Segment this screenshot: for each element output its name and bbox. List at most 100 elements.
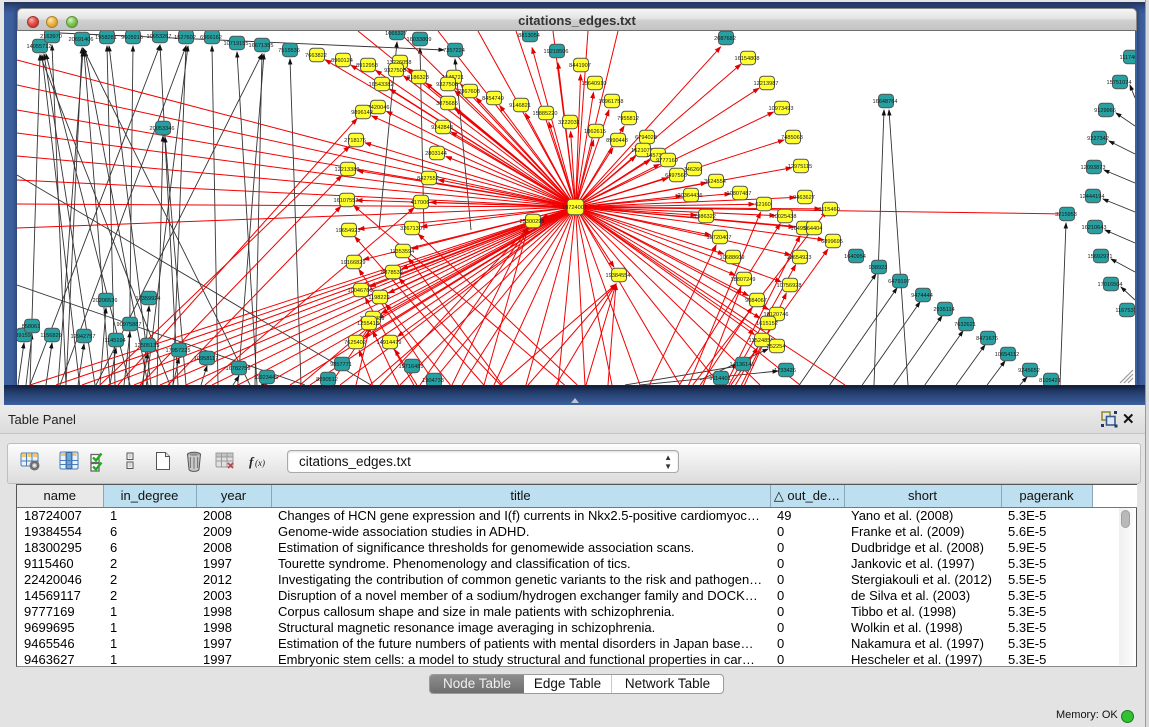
svg-text:10719155: 10719155 [224,41,249,47]
svg-text:1958281: 1958281 [95,35,117,41]
svg-text:9084067: 9084067 [745,298,767,304]
svg-text:8878532: 8878532 [381,270,403,276]
svg-text:8813054: 8813054 [518,33,540,39]
svg-text:9114401: 9114401 [709,376,730,382]
svg-text:8427552: 8427552 [417,176,439,182]
svg-text:8990448: 8990448 [606,138,628,144]
svg-text:8454749: 8454749 [482,96,504,102]
svg-text:938923: 938923 [869,265,888,271]
svg-text:20053346: 20053346 [150,126,175,132]
svg-text:9896142: 9896142 [351,110,373,116]
svg-text:1527602: 1527602 [174,35,196,41]
svg-text:10046766: 10046766 [348,288,373,294]
svg-text:16107553: 16107553 [334,198,359,204]
svg-text:7357224: 7357224 [443,48,465,54]
svg-text:17957225: 17957225 [166,348,191,354]
svg-text:6794028: 6794028 [635,135,657,141]
svg-text:20364436: 20364436 [678,193,703,199]
svg-text:19654923: 19654923 [336,228,361,234]
svg-text:16154808: 16154808 [735,56,760,62]
svg-text:1117404: 1117404 [1120,55,1135,61]
svg-text:9129966: 9129966 [1094,108,1116,114]
svg-text:9245652: 9245652 [1018,368,1040,374]
svg-text:16671355: 16671355 [249,43,274,49]
svg-text:15751074: 15751074 [1107,80,1132,86]
svg-text:3875685: 3875685 [436,101,458,107]
svg-text:15692971: 15692971 [1088,254,1113,260]
svg-text:9115460: 9115460 [818,207,839,213]
svg-text:39159: 39159 [17,333,31,339]
svg-text:1615152: 1615152 [756,321,778,327]
svg-text:20691406: 20691406 [69,37,94,43]
svg-text:252254: 252254 [767,344,786,350]
svg-text:1198222: 1198222 [368,295,389,301]
svg-text:62160: 62160 [755,202,771,208]
svg-text:8960124: 8960124 [331,58,353,64]
svg-text:10807487: 10807487 [727,191,752,197]
svg-text:16210643: 16210643 [1082,225,1107,231]
svg-text:19218506: 19218506 [544,49,569,55]
svg-text:2935114: 2935114 [933,307,954,313]
svg-text:9857771: 9857771 [330,362,352,368]
svg-text:12213987: 12213987 [754,81,779,87]
svg-text:1733426: 1733426 [774,368,796,374]
svg-text:9463627: 9463627 [793,195,815,201]
svg-text:1640954: 1640954 [844,254,866,260]
svg-text:14055712: 14055712 [27,44,52,50]
svg-text:3624554: 3624554 [704,179,726,185]
svg-text:10654112: 10654112 [995,352,1019,358]
svg-text:2087682: 2087682 [714,36,736,42]
svg-text:10653267: 10653267 [147,34,172,40]
svg-text:11923445: 11923445 [254,375,278,381]
svg-text:19716485: 19716485 [399,364,424,370]
svg-text:10973493: 10973493 [769,106,794,112]
svg-text:6497568: 6497568 [665,173,687,179]
svg-text:3267130: 3267130 [400,226,422,232]
svg-text:19654923: 19654923 [787,255,812,261]
svg-text:8105421: 8105421 [1039,378,1061,384]
svg-text:1904733: 1904733 [422,378,444,384]
svg-text:964404: 964404 [804,226,823,232]
svg-text:6479197: 6479197 [888,279,910,285]
svg-text:7663822: 7663822 [305,53,327,59]
svg-text:17016504: 17016504 [1098,282,1123,288]
svg-text:16782759: 16782759 [226,366,251,372]
svg-text:9227342: 9227342 [1087,136,1109,142]
svg-text:9474444: 9474444 [911,293,933,299]
svg-text:417006: 417006 [411,200,430,206]
svg-text:18807249: 18807249 [731,277,756,283]
svg-text:14914479: 14914479 [377,340,402,346]
svg-text:12942757: 12942757 [71,334,96,340]
svg-text:1065327: 1065327 [385,31,407,37]
svg-text:11353594: 11353594 [390,249,414,255]
svg-text:19166829: 19166829 [341,260,366,266]
svg-text:7986322: 7986322 [694,214,716,220]
svg-text:(x): (x) [255,458,265,468]
svg-text:17359924: 17359924 [136,296,161,302]
svg-text:9327508: 9327508 [436,82,458,88]
svg-text:6899695: 6899695 [821,239,843,245]
svg-text:16543382: 16543382 [369,82,394,88]
svg-text:10025438: 10025438 [772,214,797,220]
svg-text:8441907: 8441907 [569,63,591,69]
svg-text:1145194: 1145194 [104,338,125,344]
svg-text:8186323: 8186323 [407,75,429,81]
svg-text:9242848: 9242848 [431,125,453,131]
svg-text:8290512: 8290512 [316,377,338,383]
svg-text:1255413: 1255413 [357,321,379,327]
svg-text:15640910: 15640910 [582,81,607,87]
svg-text:12444194: 12444194 [1080,194,1105,200]
svg-text:10688609: 10688609 [720,255,745,261]
svg-text:19384554: 19384554 [606,273,631,279]
svg-text:2803144: 2803144 [425,151,447,157]
svg-text:1362615: 1362615 [584,129,606,135]
svg-text:20206536: 20206536 [93,298,118,304]
svg-text:12093873: 12093873 [1081,165,1106,171]
svg-text:7485063: 7485063 [781,135,803,141]
svg-text:16648764: 16648764 [873,99,898,105]
svg-text:2867608: 2867608 [458,89,480,95]
svg-text:9327503: 9327503 [384,68,406,74]
svg-text:25300295: 25300295 [520,219,545,225]
svg-text:2718176: 2718176 [344,138,366,144]
svg-text:6966162: 6966162 [200,35,222,41]
